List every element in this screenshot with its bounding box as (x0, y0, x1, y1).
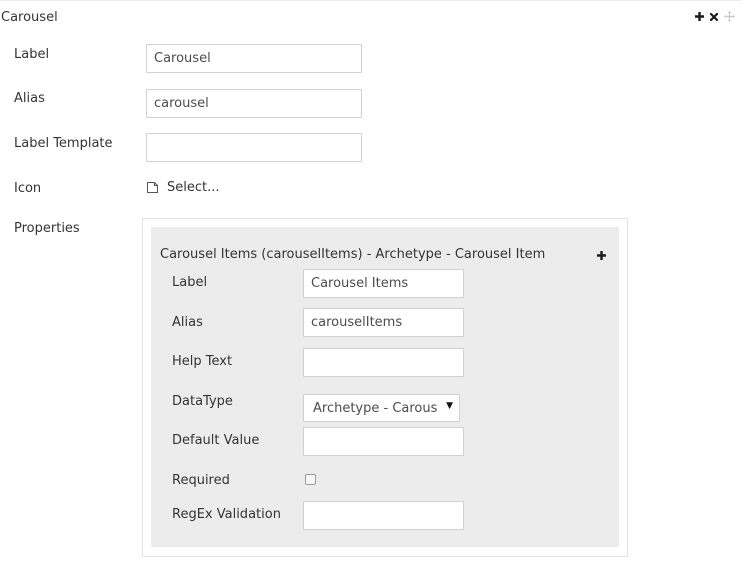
datatype-selected-value: Archetype - Carousel Item (313, 401, 437, 416)
property-label-input[interactable] (303, 269, 464, 298)
property-help-text-input[interactable] (303, 348, 464, 377)
icon-field-label: Icon (14, 181, 42, 196)
close-icon[interactable] (710, 12, 718, 21)
datatype-select[interactable]: Archetype - Carousel Item ▼ (303, 394, 460, 422)
property-label-label: Label (172, 275, 208, 290)
property-item: Carousel Items (carouselItems) - Archety… (151, 227, 619, 547)
properties-field-label: Properties (14, 221, 80, 236)
move-icon[interactable] (724, 11, 735, 22)
icon-select-label: Select... (167, 180, 220, 195)
property-required-label: Required (172, 473, 230, 488)
icon-select-button[interactable]: Select... (146, 180, 220, 195)
alias-field-label: Alias (14, 91, 45, 106)
property-alias-label: Alias (172, 315, 203, 330)
property-default-value-input[interactable] (303, 427, 464, 456)
property-alias-input[interactable] (303, 308, 464, 337)
property-help-text-label: Help Text (172, 354, 233, 369)
label-template-field-label: Label Template (14, 136, 113, 151)
required-checkbox[interactable] (305, 474, 316, 485)
top-divider (0, 0, 741, 1)
chevron-down-icon: ▼ (446, 401, 453, 411)
label-field-label: Label (14, 47, 50, 62)
property-header: Carousel Items (carouselItems) - Archety… (160, 247, 546, 262)
plus-icon[interactable] (597, 249, 606, 264)
property-regex-label: RegEx Validation (172, 507, 281, 522)
property-regex-input[interactable] (303, 501, 464, 530)
property-datatype-label: DataType (172, 394, 233, 409)
section-actions (695, 11, 735, 22)
label-input[interactable] (146, 44, 362, 73)
plus-icon[interactable] (695, 12, 704, 21)
section-title: Carousel (1, 10, 58, 25)
properties-panel: Carousel Items (carouselItems) - Archety… (142, 218, 628, 557)
label-template-input[interactable] (146, 133, 362, 162)
page-icon (146, 181, 159, 194)
property-default-value-label: Default Value (172, 433, 260, 448)
alias-input[interactable] (146, 89, 362, 118)
